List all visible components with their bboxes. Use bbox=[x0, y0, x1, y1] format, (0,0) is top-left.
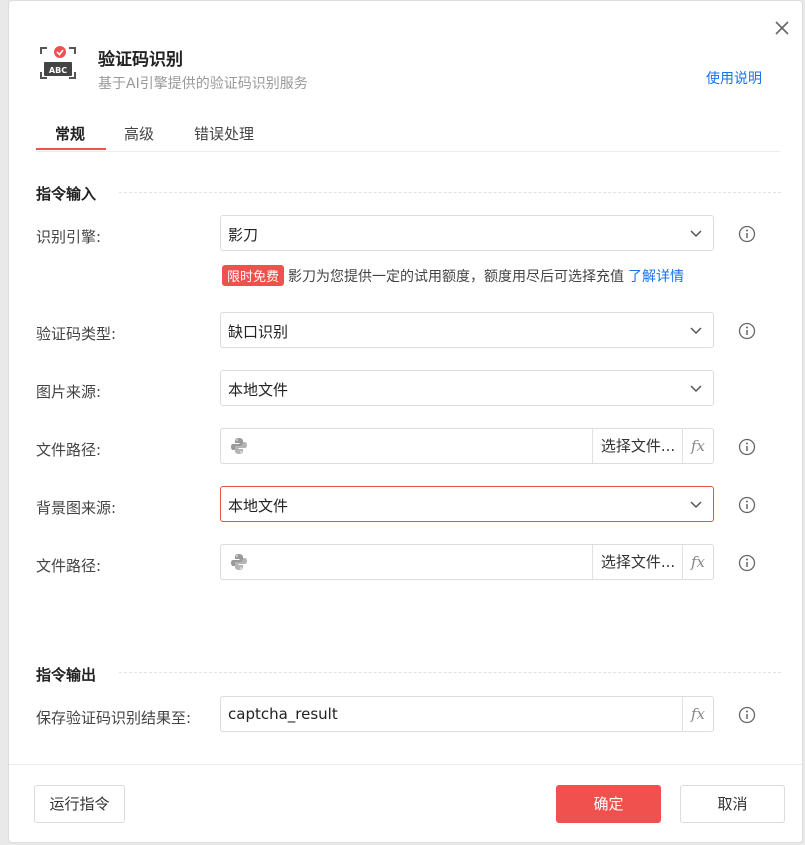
bg-source-select[interactable]: 本地文件 bbox=[220, 486, 714, 522]
dialog-subtitle: 基于AI引擎提供的验证码识别服务 bbox=[98, 76, 308, 92]
output-section-title: 指令输出 bbox=[36, 666, 97, 684]
chevron-down-icon bbox=[690, 501, 702, 509]
active-tab-indicator bbox=[36, 148, 106, 150]
tab-error-handling[interactable]: 错误处理 bbox=[194, 123, 254, 144]
image-source-value: 本地文件 bbox=[228, 381, 289, 399]
bg-file-path-input[interactable]: 选择文件... fx bbox=[220, 544, 714, 580]
engine-info-icon[interactable] bbox=[738, 225, 756, 243]
python-icon bbox=[231, 554, 247, 570]
icon-label: ABC bbox=[49, 66, 67, 75]
file-path-info-icon[interactable] bbox=[738, 438, 756, 456]
captcha-type-value: 缺口识别 bbox=[228, 323, 289, 341]
engine-select[interactable]: 影刀 bbox=[220, 215, 714, 251]
captcha-type-label: 验证码类型: bbox=[36, 325, 117, 343]
fx-button[interactable]: fx bbox=[682, 697, 713, 731]
bg-source-value: 本地文件 bbox=[228, 497, 289, 515]
save-to-label: 保存验证码识别结果至: bbox=[36, 709, 192, 727]
tab-bar: 常规 高级 错误处理 bbox=[36, 113, 780, 152]
save-to-value: captcha_result bbox=[228, 705, 338, 723]
tab-general[interactable]: 常规 bbox=[55, 123, 85, 144]
bg-source-label: 背景图来源: bbox=[36, 499, 117, 517]
chevron-down-icon bbox=[690, 385, 702, 393]
confirm-button[interactable]: 确定 bbox=[556, 785, 661, 823]
choose-file-button[interactable]: 选择文件... bbox=[592, 429, 683, 463]
fx-button[interactable]: fx bbox=[682, 429, 713, 463]
chevron-down-icon bbox=[690, 230, 702, 238]
promo-learn-more-link[interactable]: 了解详情 bbox=[628, 269, 684, 285]
help-link[interactable]: 使用说明 bbox=[706, 68, 762, 88]
engine-label: 识别引擎: bbox=[36, 228, 102, 246]
run-command-button[interactable]: 运行指令 bbox=[34, 785, 125, 823]
engine-value: 影刀 bbox=[228, 226, 259, 244]
promo-note: 限时免费 影刀为您提供一定的试用额度，额度用尽后可选择充值 了解详情 bbox=[222, 265, 684, 286]
captcha-app-icon: ABC bbox=[40, 46, 76, 79]
bg-file-path-info-icon[interactable] bbox=[738, 554, 756, 572]
captcha-type-select[interactable]: 缺口识别 bbox=[220, 312, 714, 348]
captcha-type-info-icon[interactable] bbox=[738, 322, 756, 340]
close-icon[interactable] bbox=[771, 17, 793, 39]
dialog-title: 验证码识别 bbox=[98, 50, 183, 70]
section-divider bbox=[119, 192, 781, 193]
section-divider bbox=[119, 672, 781, 673]
promo-text: 影刀为您提供一定的试用额度，额度用尽后可选择充值 bbox=[288, 269, 625, 285]
chevron-down-icon bbox=[690, 327, 702, 335]
free-badge: 限时免费 bbox=[222, 265, 285, 286]
python-icon bbox=[231, 438, 247, 454]
captcha-dialog: ABC 验证码识别 基于AI引擎提供的验证码识别服务 使用说明 常规 高级 错误… bbox=[8, 0, 803, 843]
file-path-input[interactable]: 选择文件... fx bbox=[220, 428, 714, 464]
input-section-title: 指令输入 bbox=[36, 185, 97, 203]
save-to-input[interactable]: captcha_result fx bbox=[220, 696, 714, 732]
tab-advanced[interactable]: 高级 bbox=[124, 123, 154, 144]
bg-source-info-icon[interactable] bbox=[738, 496, 756, 514]
fx-button[interactable]: fx bbox=[682, 545, 713, 579]
image-source-select[interactable]: 本地文件 bbox=[220, 370, 714, 406]
footer-divider bbox=[9, 764, 802, 765]
save-to-info-icon[interactable] bbox=[738, 706, 756, 724]
choose-file-button[interactable]: 选择文件... bbox=[592, 545, 683, 579]
file-path-label: 文件路径: bbox=[36, 441, 102, 459]
bg-file-path-label: 文件路径: bbox=[36, 557, 102, 575]
image-source-label: 图片来源: bbox=[36, 383, 102, 401]
cancel-button[interactable]: 取消 bbox=[680, 785, 785, 823]
